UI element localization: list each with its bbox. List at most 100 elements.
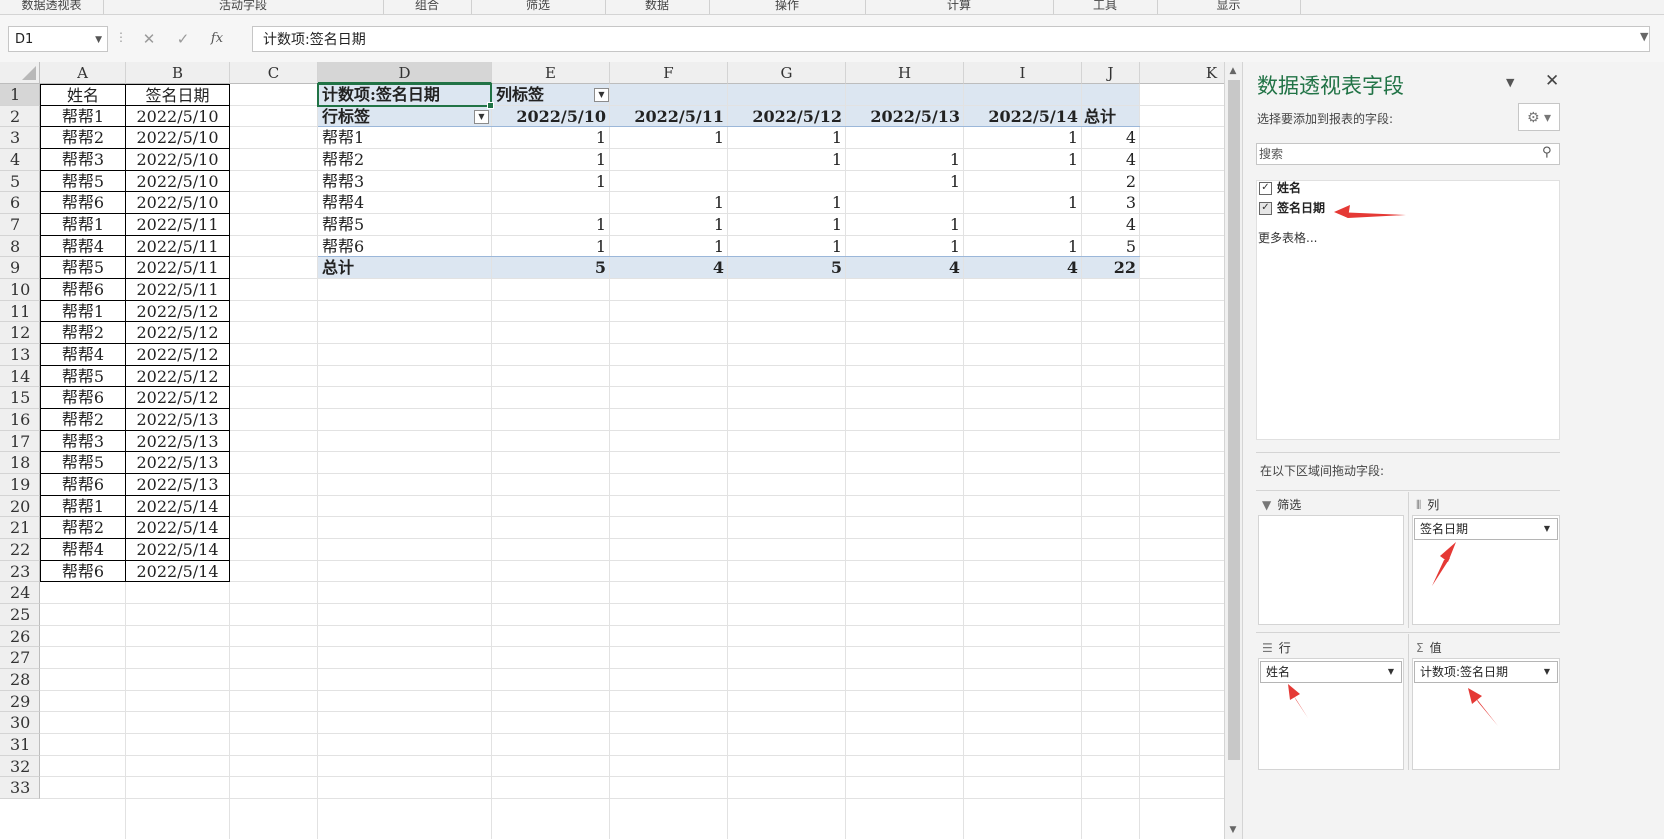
row-header-31[interactable]: 31: [0, 734, 40, 756]
column-header-g[interactable]: G: [728, 62, 846, 84]
source-cell-date[interactable]: 2022/5/12: [126, 300, 230, 323]
pivot-value-cell[interactable]: 1: [492, 236, 610, 258]
chevron-down-icon[interactable]: ▼: [95, 27, 102, 53]
source-cell-name[interactable]: 帮帮5: [40, 257, 126, 280]
source-header-name[interactable]: 姓名: [40, 84, 126, 106]
source-cell-date[interactable]: 2022/5/13: [126, 452, 230, 475]
worksheet-grid[interactable]: A B C D E F G H I J K 1 2 3 4 5 6 7 8 9 10 11 12 13 14 15 16 17 18 19…: [0, 62, 1240, 839]
name-box[interactable]: D1 ▼: [8, 26, 108, 52]
source-header-date[interactable]: 签名日期: [126, 84, 230, 106]
source-cell-date[interactable]: 2022/5/11: [126, 235, 230, 258]
column-header-d[interactable]: D: [318, 62, 492, 84]
pivot-value-cell[interactable]: [610, 171, 728, 193]
check-icon[interactable]: ✓: [172, 28, 194, 50]
checkbox-checked[interactable]: ✓: [1259, 182, 1272, 195]
source-cell-name[interactable]: 帮帮6: [40, 192, 126, 214]
pivot-total-header[interactable]: 总计: [1082, 106, 1140, 128]
source-cell-name[interactable]: 帮帮4: [40, 344, 126, 366]
chevron-down-icon[interactable]: ▼: [474, 109, 489, 124]
pivot-row-name[interactable]: 帮帮6: [318, 236, 492, 258]
pivot-value-cell[interactable]: 1: [964, 149, 1082, 171]
pivot-date-header[interactable]: 2022/5/13: [846, 106, 964, 128]
pivot-row-total[interactable]: 4: [1082, 214, 1140, 236]
resize-handle-icon[interactable]: ⋮: [115, 30, 127, 44]
row-header-15[interactable]: 15: [0, 387, 40, 410]
column-header-h[interactable]: H: [846, 62, 964, 84]
source-cell-date[interactable]: 2022/5/11: [126, 214, 230, 236]
source-cell-name[interactable]: 帮帮2: [40, 409, 126, 431]
row-header-2[interactable]: 2: [0, 105, 40, 128]
row-header-16[interactable]: 16: [0, 409, 40, 431]
pivot-row-total[interactable]: 5: [1082, 236, 1140, 258]
pivot-value-cell[interactable]: 1: [964, 236, 1082, 258]
pivot-row-labels[interactable]: 行标签: [318, 106, 492, 128]
row-header-28[interactable]: 28: [0, 669, 40, 691]
column-header-b[interactable]: B: [126, 62, 230, 84]
row-header-19[interactable]: 19: [0, 474, 40, 496]
pivot-row-name[interactable]: 帮帮2: [318, 149, 492, 171]
source-cell-name[interactable]: 帮帮4: [40, 235, 126, 258]
pivot-column-labels[interactable]: 列标签: [492, 84, 610, 106]
row-header-9[interactable]: 9: [0, 257, 40, 280]
pivot-date-header[interactable]: 2022/5/11: [610, 106, 728, 128]
source-cell-date[interactable]: 2022/5/10: [126, 105, 230, 128]
source-cell-date[interactable]: 2022/5/10: [126, 149, 230, 171]
scroll-down-icon[interactable]: ▼: [1226, 823, 1240, 837]
source-cell-date[interactable]: 2022/5/14: [126, 517, 230, 540]
pivot-value-cell[interactable]: [728, 171, 846, 193]
pivot-row-total[interactable]: 3: [1082, 192, 1140, 214]
pivot-value-cell[interactable]: [610, 149, 728, 171]
row-header-3[interactable]: 3: [0, 127, 40, 149]
row-header-20[interactable]: 20: [0, 495, 40, 518]
values-area-item[interactable]: 计数项:签名日期 ▼: [1414, 661, 1558, 683]
row-header-18[interactable]: 18: [0, 452, 40, 475]
source-cell-name[interactable]: 帮帮2: [40, 517, 126, 540]
chevron-down-icon[interactable]: ▼: [1544, 662, 1550, 682]
source-cell-name[interactable]: 帮帮3: [40, 149, 126, 171]
pivot-row-name[interactable]: 帮帮1: [318, 127, 492, 149]
row-header-14[interactable]: 14: [0, 365, 40, 388]
column-header-j[interactable]: J: [1082, 62, 1140, 84]
row-header-24[interactable]: 24: [0, 582, 40, 605]
row-header-10[interactable]: 10: [0, 279, 40, 301]
pivot-value-cell[interactable]: 1: [728, 236, 846, 258]
pivot-column-total[interactable]: 5: [492, 257, 610, 279]
pivot-grand-total[interactable]: 22: [1082, 257, 1140, 279]
close-icon[interactable]: ✕: [1545, 71, 1559, 91]
source-cell-date[interactable]: 2022/5/10: [126, 127, 230, 149]
pivot-value-cell[interactable]: 1: [610, 127, 728, 149]
column-header-e[interactable]: E: [492, 62, 610, 84]
pivot-value-cell[interactable]: 1: [610, 192, 728, 214]
source-cell-date[interactable]: 2022/5/13: [126, 409, 230, 431]
pivot-value-cell[interactable]: 1: [846, 214, 964, 236]
pivot-value-cell[interactable]: 1: [846, 149, 964, 171]
pivot-row-total[interactable]: 4: [1082, 149, 1140, 171]
source-cell-date[interactable]: 2022/5/14: [126, 560, 230, 583]
pivot-value-cell[interactable]: 1: [728, 214, 846, 236]
field-search-input[interactable]: 搜索: [1256, 143, 1560, 165]
source-cell-name[interactable]: 帮帮4: [40, 539, 126, 561]
source-cell-name[interactable]: 帮帮5: [40, 170, 126, 193]
scroll-up-icon[interactable]: ▲: [1226, 64, 1240, 78]
column-header-a[interactable]: A: [40, 62, 126, 84]
source-cell-date[interactable]: 2022/5/13: [126, 430, 230, 453]
row-header-8[interactable]: 8: [0, 235, 40, 258]
row-header-11[interactable]: 11: [0, 300, 40, 323]
chevron-down-icon[interactable]: ▼: [1506, 76, 1514, 89]
pivot-value-cell[interactable]: [964, 171, 1082, 193]
pivot-row-name[interactable]: 帮帮3: [318, 171, 492, 193]
field-item-sign-date[interactable]: ✓ 签名日期: [1259, 200, 1325, 216]
column-header-i[interactable]: I: [964, 62, 1082, 84]
pivot-grand-total-label[interactable]: 总计: [318, 257, 492, 279]
row-header-27[interactable]: 27: [0, 647, 40, 670]
source-cell-name[interactable]: 帮帮2: [40, 322, 126, 345]
pivot-value-cell[interactable]: [964, 214, 1082, 236]
row-header-5[interactable]: 5: [0, 170, 40, 193]
row-header-23[interactable]: 23: [0, 560, 40, 583]
source-cell-name[interactable]: 帮帮6: [40, 387, 126, 410]
source-cell-name[interactable]: 帮帮1: [40, 214, 126, 236]
row-header-29[interactable]: 29: [0, 690, 40, 713]
source-cell-date[interactable]: 2022/5/13: [126, 474, 230, 496]
row-header-6[interactable]: 6: [0, 192, 40, 214]
active-cell-d1[interactable]: [317, 83, 494, 109]
